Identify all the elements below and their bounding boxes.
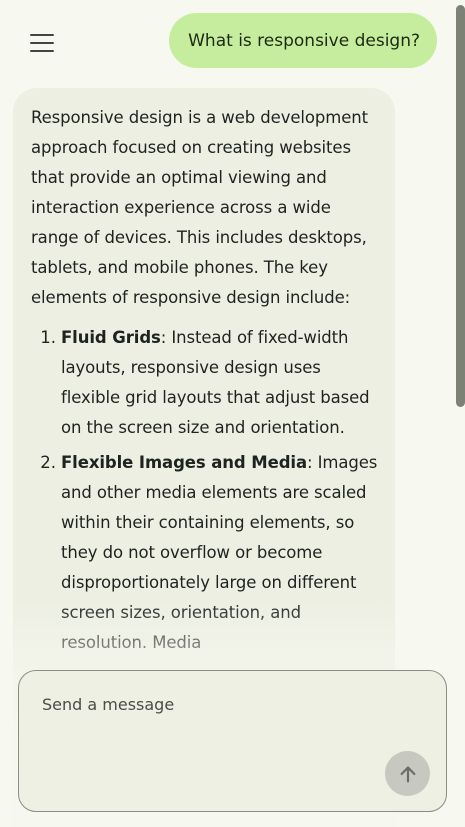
assistant-list: Fluid Grids: Instead of fixed-width layo…	[31, 323, 378, 658]
list-item: Flexible Images and Media: Images and ot…	[61, 448, 378, 658]
user-message-text: What is responsive design?	[188, 30, 420, 51]
message-composer	[18, 670, 447, 812]
menu-icon-bar	[30, 50, 54, 52]
user-message: What is responsive design?	[169, 13, 437, 68]
scrollbar[interactable]	[456, 5, 465, 407]
list-item-title: Fluid Grids	[61, 328, 161, 347]
list-item: Fluid Grids: Instead of fixed-width layo…	[61, 323, 378, 443]
menu-icon-bar	[30, 42, 54, 44]
send-button[interactable]	[385, 751, 430, 796]
assistant-intro: Responsive design is a web development a…	[31, 108, 369, 307]
menu-icon-bar	[30, 34, 54, 36]
list-item-title: Flexible Images and Media	[61, 453, 307, 472]
list-item-text: : Images and other media elements are sc…	[61, 453, 378, 652]
menu-button[interactable]	[30, 34, 54, 52]
arrow-up-icon	[399, 765, 416, 782]
message-input[interactable]	[42, 695, 422, 765]
